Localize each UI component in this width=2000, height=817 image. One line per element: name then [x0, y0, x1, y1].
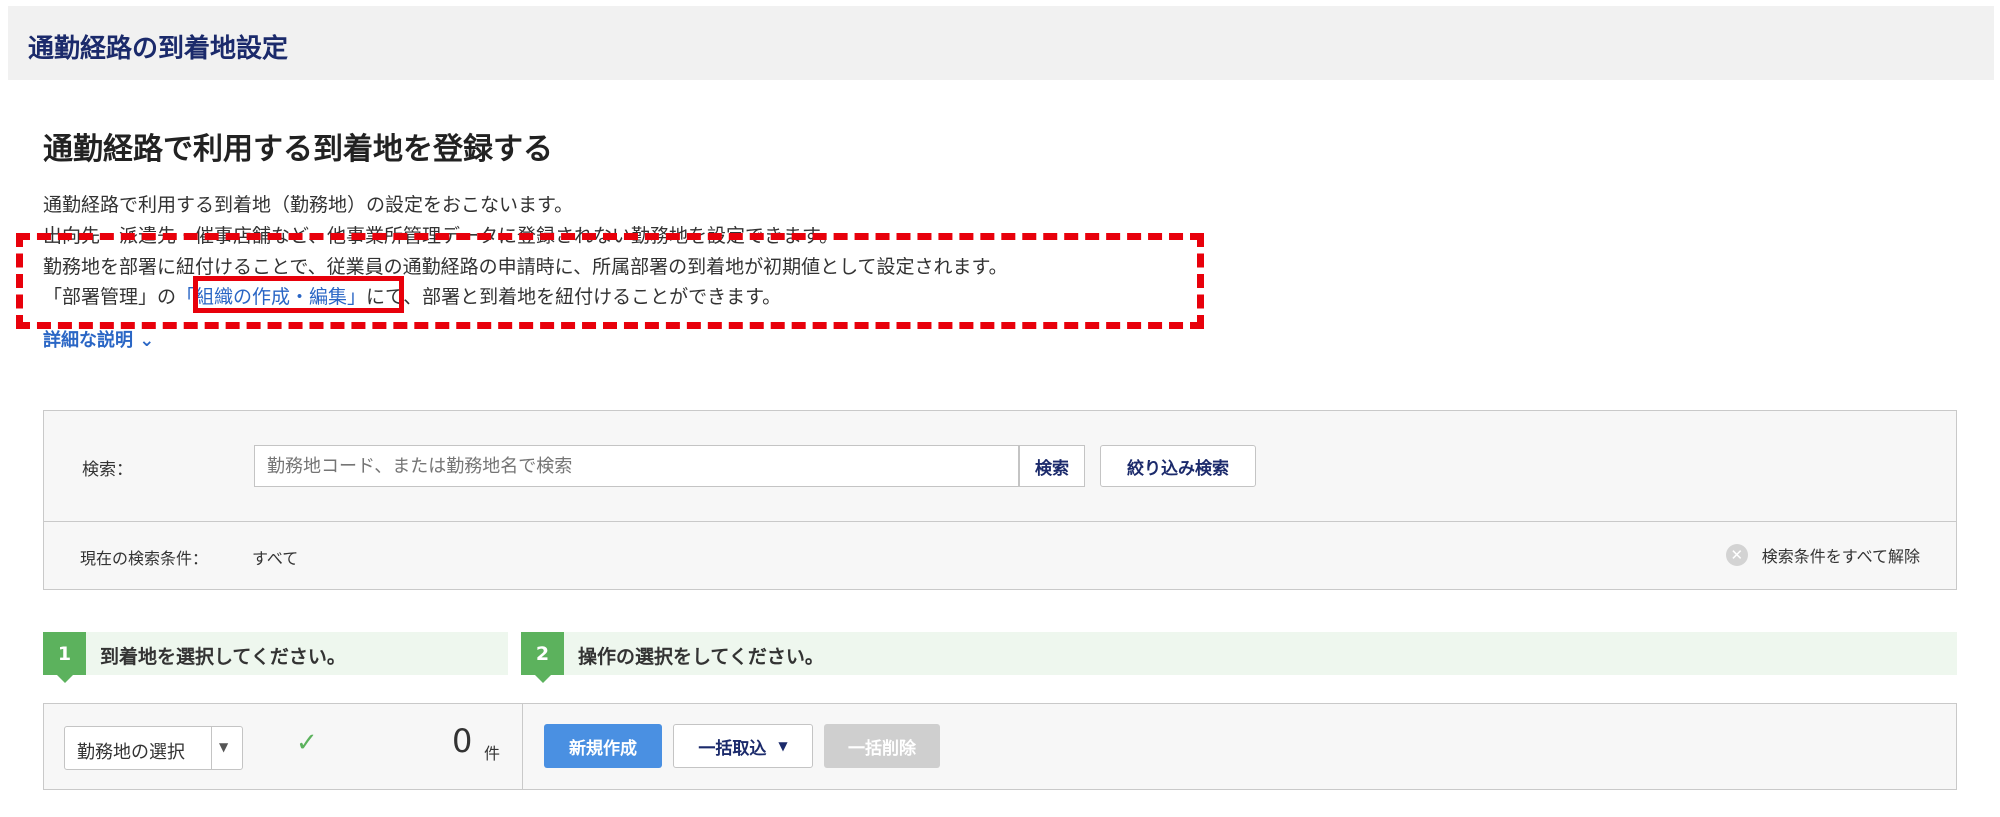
bulk-import-button[interactable]: 一括取込 ▼	[673, 724, 813, 768]
description-line-1: 通勤経路で利用する到着地（勤務地）の設定をおこないます。	[43, 194, 574, 216]
description-line-4: 「部署管理」の「組織の作成・編集」にて、部署と到着地を紐付けることができます。	[43, 282, 781, 309]
panel-divider	[522, 704, 523, 789]
description-line-3: 勤務地を部署に紐付けることで、従業員の通勤経路の申請時に、所属部署の到着地が初期…	[43, 256, 1008, 278]
bulk-import-label: 一括取込	[698, 738, 767, 759]
clear-conditions-button[interactable]: ✕ 検索条件をすべて解除	[1725, 543, 1920, 567]
search-condition-value: すべて	[252, 549, 299, 568]
search-row: 検索： 検索 絞り込み検索	[44, 411, 1956, 522]
page-header: 通勤経路の到着地設定	[8, 6, 1994, 80]
search-label: 検索：	[82, 460, 133, 480]
section-title: 通勤経路で利用する到着地を登録する	[43, 132, 553, 167]
filter-search-button[interactable]: 絞り込み検索	[1100, 445, 1256, 487]
search-button[interactable]: 検索	[1019, 445, 1085, 487]
search-panel: 検索： 検索 絞り込み検索 現在の検索条件： すべて ✕ 検索条件をすべて解除	[43, 410, 1957, 590]
step-2-bar: 2 操作の選択をしてください。	[521, 632, 1957, 683]
caret-down-icon: ▼	[778, 739, 788, 753]
org-edit-link[interactable]: 「組織の作成・編集」	[176, 286, 366, 308]
step-2-label: 操作の選択をしてください。	[578, 646, 824, 668]
search-condition-label: 現在の検索条件：	[80, 549, 209, 568]
bulk-delete-button: 一括削除	[824, 724, 940, 768]
action-panel: 勤務地の選択 ▼ ✓ 0 件 新規作成 一括取込 ▼ 一括削除	[43, 703, 1957, 790]
new-create-button[interactable]: 新規作成	[544, 724, 662, 768]
description-line-4-suffix: にて、部署と到着地を紐付けることができます。	[366, 286, 782, 308]
detail-explanation-link[interactable]: 詳細な説明 ⌄	[43, 326, 154, 352]
location-select-label: 勤務地の選択	[77, 742, 185, 763]
close-circle-icon: ✕	[1725, 544, 1748, 566]
step-1-label: 到着地を選択してください。	[100, 646, 346, 668]
step-1-number: 1	[43, 632, 86, 683]
location-select-dropdown[interactable]: 勤務地の選択 ▼	[64, 726, 243, 770]
clear-conditions-label: 検索条件をすべて解除	[1761, 547, 1920, 566]
description-line-2: 出向先・派遣先・催事店舗など、他事業所管理データに登録されない勤務地を設定できま…	[43, 225, 839, 247]
select-divider	[211, 727, 212, 769]
selected-count-unit: 件	[484, 744, 501, 763]
page-title: 通勤経路の到着地設定	[28, 34, 289, 64]
description-line-4-prefix: 「部署管理」の	[43, 286, 177, 308]
step-2-number: 2	[521, 632, 564, 683]
search-input[interactable]	[254, 445, 1019, 487]
caret-down-icon[interactable]: ▼	[219, 740, 228, 754]
check-icon: ✓	[296, 728, 318, 758]
selected-count: 0	[452, 722, 473, 760]
step-1-bar: 1 到着地を選択してください。	[43, 632, 508, 683]
